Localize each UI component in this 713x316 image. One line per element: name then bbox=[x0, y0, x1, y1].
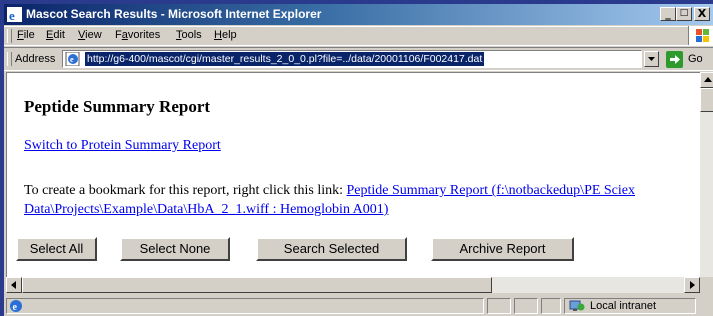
status-main-panel: e bbox=[6, 298, 484, 314]
address-grip bbox=[7, 52, 12, 66]
menu-help[interactable]: Help bbox=[214, 29, 237, 41]
svg-text:e: e bbox=[13, 302, 18, 313]
scroll-right-button[interactable] bbox=[684, 277, 700, 293]
window-title: Mascot Search Results - Microsoft Intern… bbox=[26, 7, 322, 21]
zone-label: Local intranet bbox=[590, 300, 657, 312]
address-dropdown-button[interactable] bbox=[644, 51, 659, 67]
horizontal-scrollbar[interactable] bbox=[6, 277, 700, 293]
scroll-up-button[interactable] bbox=[700, 72, 713, 88]
switch-protein-summary-link[interactable]: Switch to Protein Summary Report bbox=[24, 138, 221, 154]
address-url: http://g6-400/mascot/cgi/master_results_… bbox=[85, 52, 485, 66]
select-all-button[interactable]: Select All bbox=[16, 237, 97, 261]
page-icon: e bbox=[65, 52, 80, 66]
bookmark-prefix: To create a bookmark for this report, ri… bbox=[24, 183, 347, 198]
browser-window: e Mascot Search Results - Microsoft Inte… bbox=[4, 4, 713, 316]
svg-text:e: e bbox=[70, 55, 74, 64]
status-panel-lock bbox=[514, 298, 538, 314]
menu-grip bbox=[7, 29, 12, 43]
menu-view[interactable]: View bbox=[78, 29, 102, 41]
address-input[interactable]: e http://g6-400/mascot/cgi/master_result… bbox=[62, 50, 642, 68]
archive-report-button[interactable]: Archive Report bbox=[431, 237, 574, 261]
vertical-scrollbar[interactable] bbox=[700, 72, 713, 277]
status-panel-extra bbox=[541, 298, 561, 314]
minimize-button[interactable]: _ bbox=[660, 7, 676, 21]
menu-edit[interactable]: Edit bbox=[46, 29, 65, 41]
menu-favorites[interactable]: Favorites bbox=[115, 29, 160, 41]
svg-text:e: e bbox=[9, 8, 15, 22]
chevron-down-icon bbox=[648, 57, 655, 61]
ie-status-icon: e bbox=[10, 300, 22, 313]
page-title: Peptide Summary Report bbox=[24, 97, 211, 116]
page-content: Peptide Summary Report Switch to Protein… bbox=[6, 72, 700, 277]
bookmark-instruction: To create a bookmark for this report, ri… bbox=[24, 181, 684, 219]
search-selected-button[interactable]: Search Selected bbox=[256, 237, 407, 261]
maximize-button[interactable]: □ bbox=[676, 7, 692, 21]
arrow-right-icon bbox=[690, 281, 695, 289]
go-arrow-icon[interactable] bbox=[666, 51, 683, 68]
arrow-left-icon bbox=[11, 281, 16, 289]
title-bar[interactable]: e Mascot Search Results - Microsoft Inte… bbox=[4, 4, 713, 25]
address-label: Address bbox=[15, 53, 56, 65]
local-intranet-icon bbox=[569, 300, 585, 311]
arrow-up-icon bbox=[704, 77, 712, 82]
select-none-button[interactable]: Select None bbox=[120, 237, 230, 261]
address-bar: Address e http://g6-400/mascot/cgi/maste… bbox=[4, 47, 713, 71]
status-bar: e Local intranet bbox=[4, 296, 713, 316]
close-button[interactable]: X bbox=[694, 7, 710, 21]
windows-logo-icon bbox=[688, 26, 713, 45]
scroll-left-button[interactable] bbox=[6, 277, 22, 293]
menu-bar: File Edit View Favorites Tools Help bbox=[4, 26, 713, 46]
go-button-label[interactable]: Go bbox=[688, 53, 703, 65]
menu-tools[interactable]: Tools bbox=[176, 29, 202, 41]
status-panel-progress bbox=[487, 298, 511, 314]
horizontal-scroll-thumb[interactable] bbox=[22, 277, 492, 293]
ie-app-icon: e bbox=[7, 7, 22, 22]
vertical-scroll-thumb[interactable] bbox=[700, 88, 713, 112]
menu-file[interactable]: File bbox=[17, 29, 35, 41]
